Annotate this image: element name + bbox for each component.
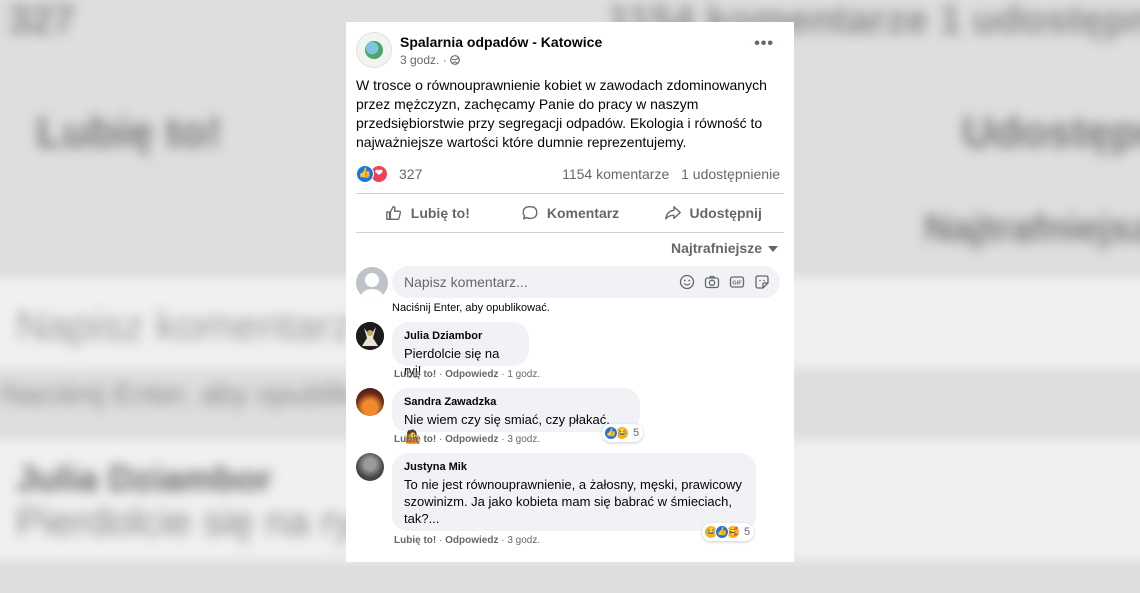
comment-like-link[interactable]: Lubię to! [394, 434, 436, 445]
share-button[interactable]: Udostępnij [641, 196, 784, 230]
post-meta: 3 godz. · [400, 53, 460, 67]
svg-text:GIF: GIF [732, 280, 742, 286]
post-actions: Lubię to! Komentarz Udostępnij [356, 196, 784, 230]
more-options-button[interactable]: ••• [754, 35, 774, 53]
bg-share-label: Udostępnij [962, 108, 1140, 157]
shares-count[interactable]: 1 udostępnienie [681, 166, 780, 182]
comment-author[interactable]: Justyna Mik [404, 460, 744, 474]
sticker-icon[interactable] [753, 273, 770, 290]
gif-icon[interactable]: GIF [728, 273, 745, 290]
post-header: Spalarnia odpadów - Katowice 3 godz. · •… [356, 32, 784, 72]
page-avatar[interactable] [356, 32, 392, 68]
reaction-icons[interactable]: 👍 ❤ [356, 165, 388, 183]
thumb-up-icon [385, 206, 401, 220]
page-name[interactable]: Spalarnia odpadów - Katowice [400, 34, 602, 50]
like-button[interactable]: Lubię to! [356, 196, 499, 230]
comment-sort-dropdown[interactable]: Najtrafniejsze [671, 240, 778, 256]
bg-sort-label: Najtrafniejsze [924, 208, 1140, 250]
bg-likes-count: 327 [8, 0, 75, 42]
comment-time[interactable]: 1 godz. [507, 369, 540, 380]
share-icon [664, 206, 681, 220]
comment-composer: GIF [392, 266, 780, 298]
comment-author[interactable]: Julia Dziambor [404, 329, 517, 343]
bg-comment-placeholder: Napisz komentarz... [16, 302, 388, 349]
composer-hint: Naciśnij Enter, aby opublikować. [392, 302, 550, 314]
comment-reactions[interactable]: 👍 😂 5 [602, 424, 644, 442]
more-icon: ••• [754, 35, 774, 52]
comment-bubble: Sandra Zawadzka Nie wiem czy się smiać, … [392, 388, 640, 444]
comment-icon [522, 206, 538, 220]
sort-label: Najtrafniejsze [670, 240, 762, 256]
emoji-icon[interactable] [678, 273, 695, 290]
like-button-label: Lubię to! [410, 205, 470, 221]
comment-input[interactable] [404, 266, 664, 298]
separator-dot: · [442, 53, 451, 67]
post-card: Spalarnia odpadów - Katowice 3 godz. · •… [346, 22, 794, 562]
comment-reply-link[interactable]: Odpowiedz [445, 369, 498, 380]
comment-author[interactable]: Sandra Zawadzka [404, 395, 628, 409]
commenter-avatar[interactable] [356, 322, 384, 350]
share-button-label: Udostępnij [689, 205, 762, 221]
comment-reactions-count: 5 [744, 526, 751, 538]
comment-reactions-count: 5 [633, 427, 640, 439]
like-icon: 👍 [356, 165, 374, 183]
composer-tools: GIF [678, 273, 770, 290]
comment-reply-link[interactable]: Odpowiedz [445, 434, 498, 445]
comment-actions: Lubię to! · Odpowiedz · 1 godz. [394, 369, 541, 380]
camera-icon[interactable] [703, 273, 720, 290]
stats-right: 1154 komentarze 1 udostępnienie [562, 166, 780, 182]
caret-down-icon [768, 246, 778, 253]
comment-bubble: Julia Dziambor Pierdolcie się na ryj! [392, 322, 529, 378]
comment-button[interactable]: Komentarz [499, 196, 642, 230]
globe-icon [365, 41, 383, 59]
comment-text: To nie jest równouprawnienie, a żałosny,… [404, 477, 742, 526]
like-icon: 👍 [604, 426, 618, 440]
comment-reply-link[interactable]: Odpowiedz [445, 535, 498, 546]
comment-like-link[interactable]: Lubię to! [394, 369, 436, 380]
public-globe-icon [450, 53, 460, 67]
bg-comment-author: Julia Dziambor [16, 458, 273, 499]
comment-button-label: Komentarz [546, 205, 620, 221]
comment-like-link[interactable]: Lubię to! [394, 535, 436, 546]
post-text: W trosce o równouprawnienie kobiet w zaw… [356, 77, 767, 150]
current-user-avatar[interactable] [356, 267, 388, 299]
actions-top-divider [356, 193, 784, 194]
like-icon: 👍 [715, 525, 729, 539]
commenter-avatar[interactable] [356, 388, 384, 416]
comment-reactions[interactable]: 😂 👍 🥰 5 [702, 523, 755, 541]
actions-bottom-divider [356, 232, 784, 233]
comment-time[interactable]: 3 godz. [507, 434, 540, 445]
commenter-avatar[interactable] [356, 453, 384, 481]
comments-count[interactable]: 1154 komentarze [562, 166, 669, 182]
post-time[interactable]: 3 godz. [400, 53, 439, 67]
comment-actions: Lubię to! · Odpowiedz · 3 godz. [394, 535, 541, 546]
bg-like-label: Lubię to! [36, 108, 222, 157]
comment-actions: Lubię to! · Odpowiedz · 3 godz. [394, 434, 541, 445]
comment-time[interactable]: 3 godz. [507, 535, 540, 546]
bg-comment-text: Pierdolcie się na ryj! [16, 500, 374, 544]
reactions-count[interactable]: 327 [399, 166, 422, 182]
post-stats: 👍 ❤ 327 1154 komentarze 1 udostępnienie [356, 164, 780, 184]
comment-bubble: Justyna Mik To nie jest równouprawnienie… [392, 453, 756, 531]
